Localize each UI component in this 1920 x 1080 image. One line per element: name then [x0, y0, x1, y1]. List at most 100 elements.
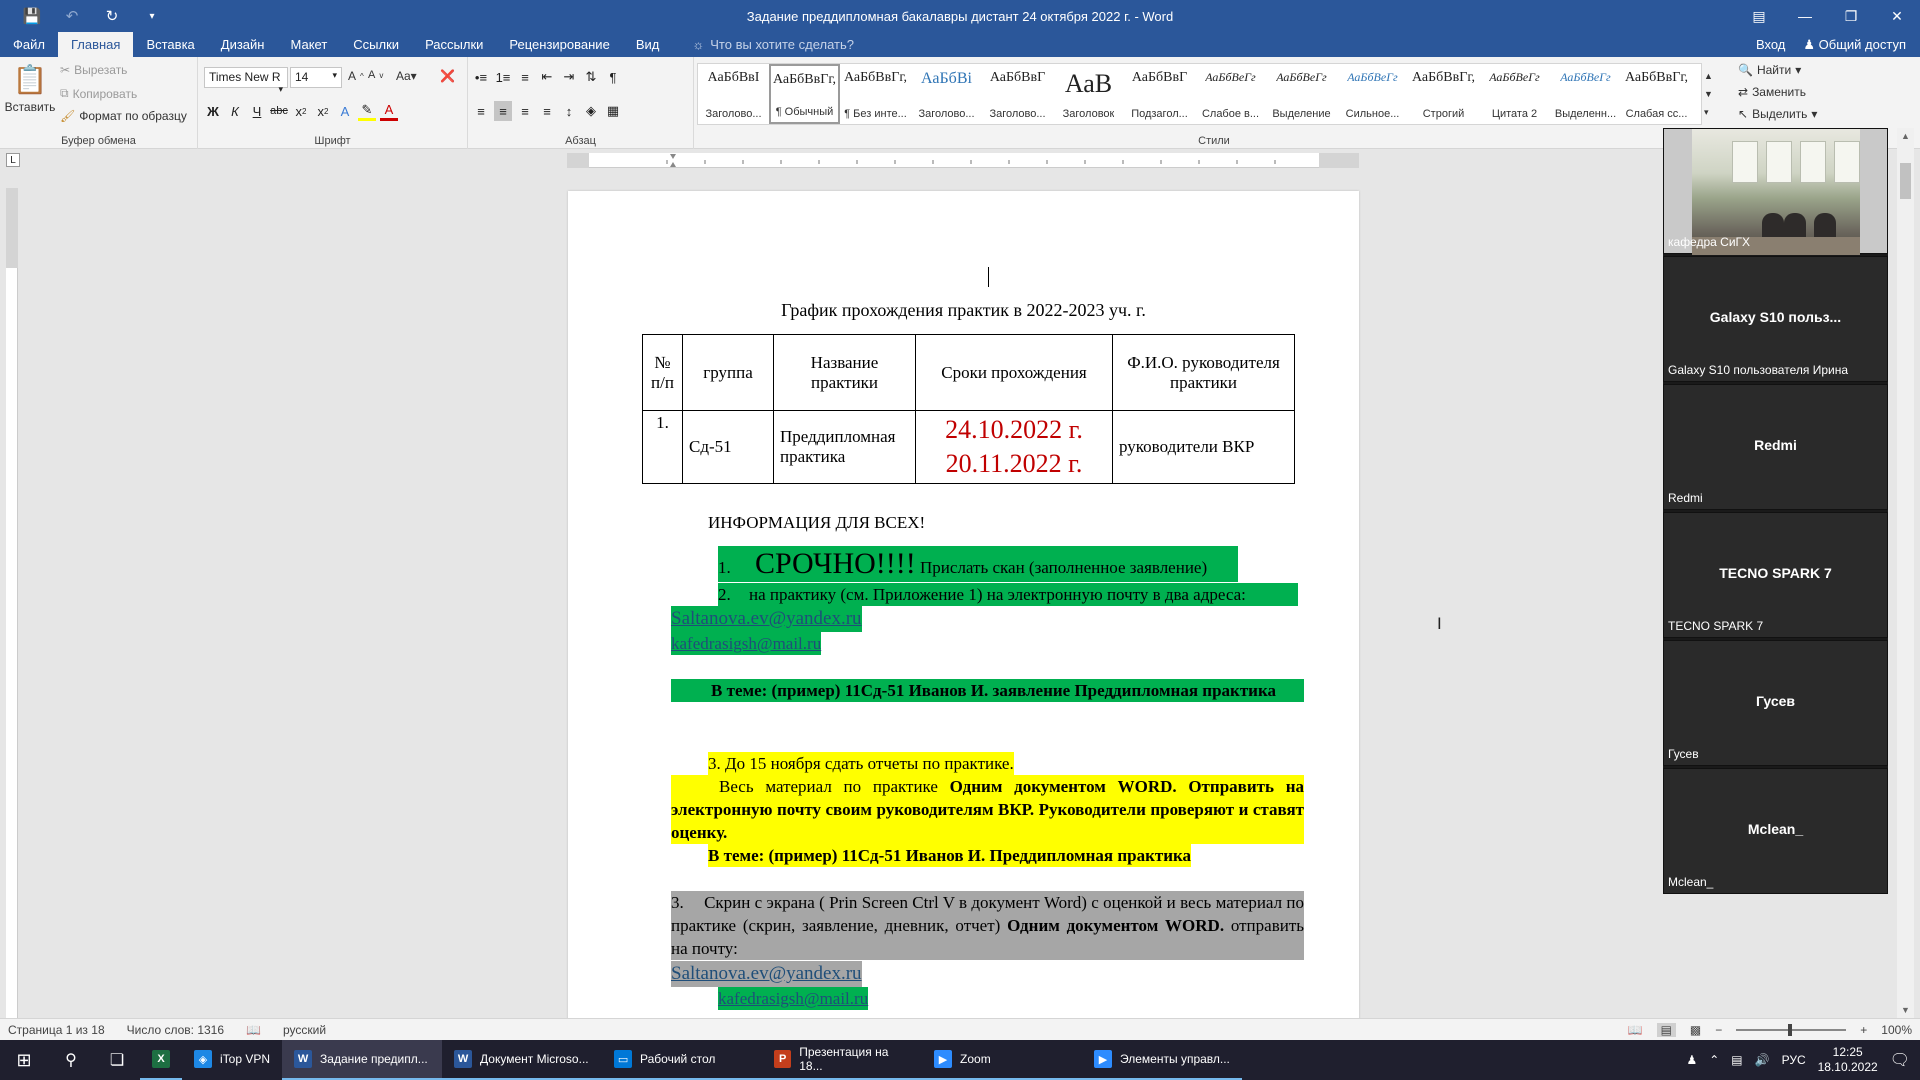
tab-review[interactable]: Рецензирование	[496, 32, 622, 57]
proofing-icon[interactable]: 📖	[246, 1023, 261, 1037]
style-item[interactable]: АаБбВвГ Заголово...	[982, 64, 1053, 124]
tab-home[interactable]: Главная	[57, 32, 134, 57]
style-item[interactable]: АаБбВвГг, ¶ Обычный	[769, 64, 840, 124]
text-effects-button[interactable]: A	[336, 101, 354, 121]
windows-start-icon[interactable]: ⊞	[0, 1040, 48, 1080]
zoom-out-icon[interactable]: −	[1715, 1023, 1722, 1037]
increase-indent-button[interactable]: ⇥	[560, 67, 578, 87]
style-item[interactable]: АаБбВвІ Заголово...	[698, 64, 769, 124]
format-painter-button[interactable]: 🖌 Формат по образцу	[60, 109, 187, 123]
volume-icon[interactable]: 🔊	[1755, 1053, 1770, 1067]
email-saltanova-2[interactable]: Saltanova.ev@yandex.ru	[671, 961, 862, 987]
decrease-indent-button[interactable]: ⇤	[538, 67, 556, 87]
customize-icon[interactable]: ▾	[134, 2, 170, 30]
clear-formatting-icon[interactable]: ❌	[440, 69, 455, 83]
style-item[interactable]: АаВ Заголовок	[1053, 64, 1124, 124]
paste-button[interactable]: 📋 Вставить	[5, 63, 56, 114]
style-item[interactable]: АаБбВвГг, Строгий	[1408, 64, 1479, 124]
scroll-thumb[interactable]	[1900, 163, 1911, 199]
underline-button[interactable]: Ч	[248, 101, 266, 121]
font-size-select[interactable]: 14 ▾	[290, 67, 342, 88]
scroll-up-icon[interactable]: ▲	[1897, 128, 1914, 144]
align-right-button[interactable]: ≡	[516, 101, 534, 121]
participant-tile[interactable]: TECNO SPARK 7 TECNO SPARK 7	[1663, 512, 1888, 638]
email-link[interactable]: Saltanova.ev@yandex.ru	[671, 608, 862, 629]
tab-view[interactable]: Вид	[623, 32, 673, 57]
style-item[interactable]: АаБбВвГг, Слабая сс...	[1621, 64, 1692, 124]
participant-tile[interactable]: Mclean_ Mclean_	[1663, 768, 1888, 894]
styles-more-button[interactable]: ▲ ▼ ▾	[1704, 67, 1713, 121]
find-button[interactable]: 🔍 Найти ▾	[1738, 63, 1801, 77]
borders-button[interactable]: ▦	[604, 101, 622, 121]
grow-font-button[interactable]: A ^	[348, 69, 364, 83]
select-button[interactable]: ↖ Выделить ▾	[1738, 107, 1817, 121]
save-icon[interactable]: 💾	[14, 2, 50, 30]
chevron-up-icon[interactable]: ⌃	[1709, 1053, 1719, 1067]
ribbon-display-icon[interactable]: ▤	[1736, 0, 1782, 32]
tab-insert[interactable]: Вставка	[133, 32, 207, 57]
share-button[interactable]: ♟ Общий доступ	[1803, 37, 1906, 53]
email-link[interactable]: Saltanova.ev@yandex.ru	[671, 963, 862, 984]
people-icon[interactable]: ♟	[1686, 1053, 1697, 1067]
email-kafedra[interactable]: kafedrasigsh@mail.ru	[671, 632, 822, 655]
zoom-in-icon[interactable]: +	[1860, 1023, 1867, 1037]
zoom-slider[interactable]	[1736, 1024, 1847, 1036]
copy-button[interactable]: ⧉ Копировать	[60, 86, 137, 101]
restore-icon[interactable]: ❐	[1828, 0, 1874, 32]
show-marks-button[interactable]: ¶	[604, 67, 622, 87]
font-color-button[interactable]: A	[380, 101, 398, 121]
email-link[interactable]: kafedrasigsh@mail.ru	[671, 634, 821, 653]
bullets-button[interactable]: •≡	[472, 67, 490, 87]
shading-button[interactable]: ◈	[582, 101, 600, 121]
taskbar-app[interactable]: W Задание предипл...	[282, 1040, 443, 1080]
style-item[interactable]: АаБбВеГг Цитата 2	[1479, 64, 1550, 124]
tab-references[interactable]: Ссылки	[340, 32, 412, 57]
input-language[interactable]: РУС	[1782, 1053, 1806, 1067]
taskbar-app[interactable]: X	[140, 1040, 182, 1080]
minimize-icon[interactable]: —	[1782, 0, 1828, 32]
email-kafedra-2[interactable]: kafedrasigsh@mail.ru	[718, 987, 869, 1010]
numbering-button[interactable]: 1≡	[494, 67, 512, 87]
email-saltanova[interactable]: Saltanova.ev@yandex.ru	[671, 606, 862, 632]
taskbar-app[interactable]: ▶ Элементы управл...	[1082, 1040, 1243, 1080]
participant-tile[interactable]: Гусев Гусев	[1663, 640, 1888, 766]
taskbar-app[interactable]: ▭ Рабочий стол	[602, 1040, 763, 1080]
clock[interactable]: 12:25 18.10.2022	[1818, 1045, 1878, 1075]
align-center-button[interactable]: ≡	[494, 101, 512, 121]
notifications-icon[interactable]: 🗨	[1890, 1050, 1910, 1070]
italic-button[interactable]: К	[226, 101, 244, 121]
tab-layout[interactable]: Макет	[277, 32, 340, 57]
tab-design[interactable]: Дизайн	[208, 32, 278, 57]
print-layout-icon[interactable]: ▤	[1656, 1023, 1676, 1037]
taskbar-app[interactable]: W Документ Microso...	[442, 1040, 603, 1080]
taskbar-app[interactable]: ◈ iTop VPN	[182, 1040, 282, 1080]
participant-tile-video[interactable]: кафедра СиГХ	[1663, 128, 1888, 255]
line-spacing-button[interactable]: ↕	[560, 101, 578, 121]
zoom-slider-knob[interactable]	[1788, 1024, 1793, 1036]
redo-icon[interactable]: ↻	[94, 2, 130, 30]
style-item[interactable]: АаБбВвГг, ¶ Без инте...	[840, 64, 911, 124]
participant-tile[interactable]: Galaxy S10 польз... Galaxy S10 пользоват…	[1663, 256, 1888, 382]
search-icon[interactable]: ⚲	[48, 1040, 94, 1080]
style-item[interactable]: АаБбВеГг Выделенн...	[1550, 64, 1621, 124]
style-item[interactable]: АаБбВі Заголово...	[911, 64, 982, 124]
strikethrough-button[interactable]: abc	[270, 101, 288, 121]
participant-tile[interactable]: Redmi Redmi	[1663, 384, 1888, 510]
zoom-level[interactable]: 100%	[1881, 1023, 1912, 1037]
sort-button[interactable]: ⇅	[582, 67, 600, 87]
style-item[interactable]: АаБбВеГг Слабое в...	[1195, 64, 1266, 124]
horizontal-ruler[interactable]	[567, 153, 1359, 168]
style-item[interactable]: АаБбВеГг Выделение	[1266, 64, 1337, 124]
close-icon[interactable]: ✕	[1874, 0, 1920, 32]
read-mode-icon[interactable]: 📖	[1628, 1023, 1643, 1037]
bold-button[interactable]: Ж	[204, 101, 222, 121]
align-left-button[interactable]: ≡	[472, 101, 490, 121]
undo-icon[interactable]: ↶	[54, 2, 90, 30]
word-count[interactable]: Число слов: 1316	[127, 1023, 224, 1037]
style-item[interactable]: АаБбВеГг Сильное...	[1337, 64, 1408, 124]
tab-mailings[interactable]: Рассылки	[412, 32, 496, 57]
justify-button[interactable]: ≡	[538, 101, 556, 121]
subscript-button[interactable]: x2	[292, 101, 310, 121]
email-link[interactable]: kafedrasigsh@mail.ru	[718, 989, 868, 1008]
signin-link[interactable]: Вход	[1756, 37, 1785, 52]
